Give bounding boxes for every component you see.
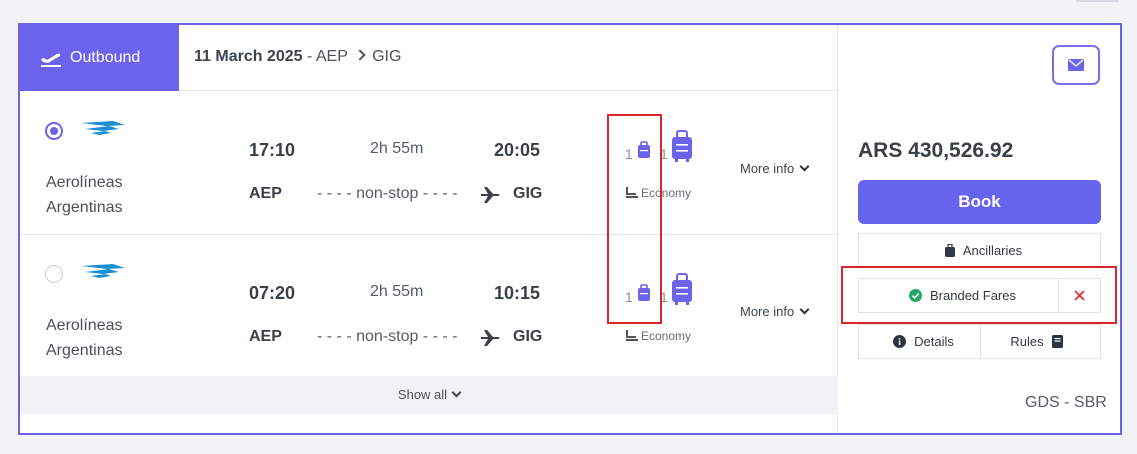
route-separator: - [302, 48, 316, 65]
flight-option[interactable]: Aerolíneas Argentinas 07:20 2h 55m 10:15… [20, 235, 838, 378]
departure-time: 07:20 [249, 283, 296, 303]
flight-select-radio[interactable] [45, 265, 63, 283]
suitcase-icon [944, 244, 955, 257]
flight-duration: 2h 55m [370, 283, 424, 300]
seat-icon [626, 330, 638, 341]
chevron-down-icon [451, 387, 462, 398]
email-button[interactable] [1052, 45, 1100, 85]
plane-icon [481, 330, 500, 346]
more-info-link[interactable]: More info [740, 161, 810, 176]
departure-time: 17:10 [249, 140, 296, 160]
ancillaries-button[interactable]: Ancillaries [858, 233, 1101, 268]
route-origin: AEP [315, 48, 348, 65]
arrival-time: 10:15 [494, 283, 541, 303]
chevron-down-icon [799, 161, 810, 172]
fare-source: GDS - SBR [1025, 394, 1107, 411]
travel-date: 11 March 2025 [194, 48, 303, 65]
flight-duration: 2h 55m [370, 140, 424, 157]
envelope-icon [1068, 59, 1084, 71]
flights-panel: Outbound 11 March 2025 - AEP GIG Aerolín… [20, 25, 838, 433]
branded-fares-highlight-box [841, 266, 1117, 324]
stops-label: - - - - non-stop - - - - [317, 328, 458, 345]
book-button[interactable]: Book [858, 180, 1101, 224]
plane-icon [481, 187, 500, 203]
chevron-down-icon [799, 304, 810, 315]
suitcase-icon [672, 130, 692, 162]
departure-airport: AEP [249, 328, 282, 345]
airline-logo [81, 121, 125, 135]
flight-select-radio[interactable] [45, 122, 63, 140]
stops-label: - - - - non-stop - - - - [317, 185, 458, 202]
flight-option[interactable]: Aerolíneas Argentinas 17:10 2h 55m 20:05… [20, 92, 838, 235]
pricing-sidebar: ARS 430,526.92 Book Ancillaries Branded … [839, 25, 1120, 433]
more-info-link[interactable]: More info [740, 304, 810, 319]
book-icon [1051, 335, 1063, 348]
info-circle-icon [893, 335, 907, 348]
arrival-time: 20:05 [494, 140, 541, 160]
outbound-tab-label: Outbound [70, 49, 141, 66]
chevron-right-icon [354, 49, 366, 61]
rules-button[interactable]: Rules [980, 324, 1101, 359]
plane-departure-icon [41, 53, 61, 67]
details-button[interactable]: Details [858, 324, 981, 359]
route-header: Outbound 11 March 2025 - AEP GIG [20, 25, 838, 91]
suitcase-icon [672, 273, 692, 305]
airline-logo [81, 264, 125, 278]
baggage-highlight-box [607, 114, 662, 324]
arrival-airport: GIG [513, 185, 543, 202]
cabin-class: Economy [625, 329, 691, 343]
airline-name: Aerolíneas Argentinas [46, 317, 123, 359]
flight-result-card: Outbound 11 March 2025 - AEP GIG Aerolín… [18, 23, 1122, 435]
total-price: ARS 430,526.92 [858, 139, 1014, 162]
route-summary: 11 March 2025 - AEP GIG [194, 48, 401, 66]
departure-airport: AEP [249, 185, 282, 202]
arrival-airport: GIG [513, 328, 543, 345]
route-destination: GIG [372, 48, 402, 65]
outbound-tab[interactable]: Outbound [20, 25, 179, 91]
show-all-button[interactable]: Show all [20, 376, 838, 414]
top-divider [1076, 0, 1119, 2]
airline-name: Aerolíneas Argentinas [46, 174, 123, 216]
